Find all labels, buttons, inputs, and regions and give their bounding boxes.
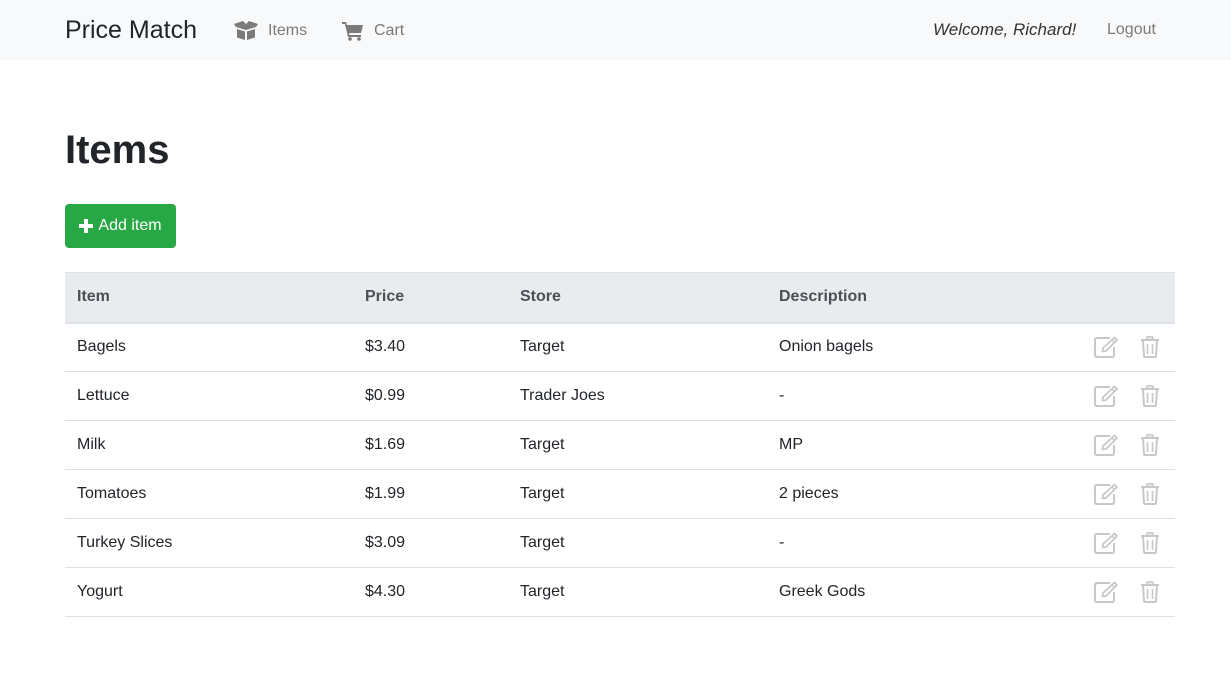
cell-description: MP — [767, 420, 1067, 470]
cart-icon — [342, 21, 364, 41]
logout-link[interactable]: Logout — [1107, 18, 1156, 42]
header-item: Item — [65, 272, 353, 324]
header-price: Price — [353, 272, 508, 324]
edit-icon[interactable] — [1093, 530, 1119, 556]
table-body: Bagels $3.40 Target Onion bagels Lettuce $0.9… — [65, 322, 1175, 617]
cell-item: Bagels — [65, 322, 353, 372]
table-row: Bagels $3.40 Target Onion bagels — [65, 322, 1175, 372]
header-store: Store — [508, 272, 767, 324]
cell-actions — [1067, 518, 1175, 568]
brand-link[interactable]: Price Match — [65, 14, 197, 46]
table-header-row: Item Price Store Description — [65, 272, 1175, 324]
cell-actions — [1067, 567, 1175, 617]
nav-items-label: Items — [268, 22, 308, 39]
header-description: Description — [767, 272, 1067, 324]
cell-price: $4.30 — [353, 567, 508, 617]
edit-icon[interactable] — [1093, 579, 1119, 605]
nav-items-link[interactable]: Items — [234, 18, 307, 44]
table-row: Turkey Slices $3.09 Target - — [65, 518, 1175, 568]
cell-actions — [1067, 371, 1175, 421]
cell-price: $1.69 — [353, 420, 508, 470]
cell-item: Turkey Slices — [65, 518, 353, 568]
cell-store: Target — [508, 420, 767, 470]
cell-description: 2 pieces — [767, 469, 1067, 519]
cell-actions — [1067, 469, 1175, 519]
plus-icon — [79, 219, 94, 233]
edit-icon[interactable] — [1093, 383, 1119, 409]
table-row: Milk $1.69 Target MP — [65, 420, 1175, 470]
cell-store: Target — [508, 518, 767, 568]
welcome-text: Welcome, Richard! — [933, 20, 1077, 39]
trash-icon[interactable] — [1137, 383, 1163, 409]
cell-store: Target — [508, 567, 767, 617]
cell-description: Greek Gods — [767, 567, 1067, 617]
add-item-button[interactable]: Add item — [65, 204, 176, 248]
navbar: Price Match Items Cart Welcome, Richard!… — [0, 0, 1231, 60]
trash-icon[interactable] — [1137, 432, 1163, 458]
header-actions — [1067, 272, 1175, 324]
cell-store: Target — [508, 469, 767, 519]
cell-store: Trader Joes — [508, 371, 767, 421]
cell-item: Yogurt — [65, 567, 353, 617]
table-row: Tomatoes $1.99 Target 2 pieces — [65, 469, 1175, 519]
edit-icon[interactable] — [1093, 481, 1119, 507]
cell-store: Target — [508, 322, 767, 372]
items-table: Item Price Store Description Bagels $3.40… — [65, 272, 1175, 617]
page-title: Items — [65, 128, 170, 172]
cell-price: $1.99 — [353, 469, 508, 519]
nav-cart-label: Cart — [374, 22, 405, 39]
cell-description: - — [767, 371, 1067, 421]
box-icon — [234, 21, 258, 41]
cell-item: Milk — [65, 420, 353, 470]
cell-description: - — [767, 518, 1067, 568]
cell-description: Onion bagels — [767, 322, 1067, 372]
add-item-label: Add item — [98, 217, 162, 234]
edit-icon[interactable] — [1093, 432, 1119, 458]
cell-item: Tomatoes — [65, 469, 353, 519]
cell-price: $3.40 — [353, 322, 508, 372]
trash-icon[interactable] — [1137, 334, 1163, 360]
trash-icon[interactable] — [1137, 579, 1163, 605]
edit-icon[interactable] — [1093, 334, 1119, 360]
trash-icon[interactable] — [1137, 530, 1163, 556]
cell-price: $0.99 — [353, 371, 508, 421]
cell-actions — [1067, 322, 1175, 372]
nav-cart-link[interactable]: Cart — [342, 18, 404, 44]
table-row: Yogurt $4.30 Target Greek Gods — [65, 567, 1175, 617]
cell-item: Lettuce — [65, 371, 353, 421]
cell-price: $3.09 — [353, 518, 508, 568]
cell-actions — [1067, 420, 1175, 470]
trash-icon[interactable] — [1137, 481, 1163, 507]
table-row: Lettuce $0.99 Trader Joes - — [65, 371, 1175, 421]
